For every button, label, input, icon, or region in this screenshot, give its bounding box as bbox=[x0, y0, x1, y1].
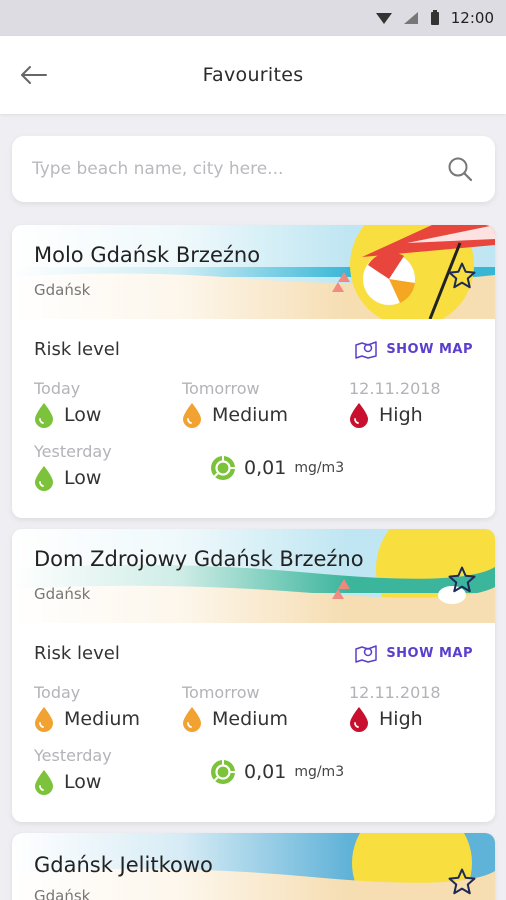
bacteria-icon bbox=[211, 760, 235, 784]
forecast-value: High bbox=[379, 404, 423, 426]
forecast-value: Medium bbox=[212, 708, 288, 730]
risk-forecast: Today Low Tomorrow Medium 12.11.2018 Hig… bbox=[34, 379, 473, 518]
concentration: 0,01 mg/m3 bbox=[210, 759, 344, 785]
forecast-date: 12.11.2018 High bbox=[349, 379, 441, 428]
wifi-icon bbox=[375, 13, 392, 24]
favourite-star-icon[interactable] bbox=[447, 565, 477, 595]
forecast-value: High bbox=[379, 708, 423, 730]
forecast-value: Medium bbox=[212, 404, 288, 426]
drop-medium-icon bbox=[183, 707, 201, 732]
drop-low-icon bbox=[35, 403, 53, 428]
forecast-day-label: Tomorrow bbox=[182, 683, 260, 702]
drop-medium-icon bbox=[183, 403, 201, 428]
beach-name: Gdańsk Jelitkowo bbox=[34, 853, 213, 877]
forecast-value: Low bbox=[64, 467, 102, 489]
drop-low-icon bbox=[35, 770, 53, 795]
beach-card[interactable]: Dom Zdrojowy Gdańsk Brzeźno Gdańsk Risk … bbox=[12, 529, 495, 822]
forecast-day-label: Yesterday bbox=[34, 746, 112, 765]
page-title: Favourites bbox=[202, 64, 304, 86]
beach-city: Gdańsk bbox=[34, 585, 91, 603]
search-bar bbox=[12, 136, 495, 202]
favourite-star-icon[interactable] bbox=[447, 261, 477, 291]
beach-card-header: Gdańsk Jelitkowo Gdańsk bbox=[12, 833, 495, 900]
concentration-value: 0,01 bbox=[244, 761, 287, 783]
beach-card[interactable]: Molo Gdańsk Brzeźno Gdańsk Risk level SH… bbox=[12, 225, 495, 518]
forecast-yesterday: Yesterday Low bbox=[34, 442, 112, 491]
search-input[interactable] bbox=[32, 159, 445, 179]
map-pin-icon bbox=[355, 341, 378, 359]
forecast-day-label: Tomorrow bbox=[182, 379, 260, 398]
beach-card[interactable]: Gdańsk Jelitkowo Gdańsk bbox=[12, 833, 495, 900]
back-button[interactable] bbox=[18, 61, 48, 89]
risk-forecast: Today Medium Tomorrow Medium 12.11.2018 … bbox=[34, 683, 473, 822]
battery-icon bbox=[430, 10, 439, 25]
forecast-today: Today Low bbox=[34, 379, 101, 428]
concentration: 0,01 mg/m3 bbox=[210, 455, 344, 481]
risk-level-label: Risk level bbox=[34, 642, 120, 664]
arrow-left-icon bbox=[21, 66, 47, 84]
forecast-today: Today Medium bbox=[34, 683, 140, 732]
forecast-day-label: 12.11.2018 bbox=[349, 683, 441, 702]
forecast-value: Low bbox=[64, 771, 102, 793]
beach-name: Dom Zdrojowy Gdańsk Brzeźno bbox=[34, 547, 364, 571]
clock: 12:00 bbox=[450, 9, 494, 27]
forecast-day-label: 12.11.2018 bbox=[349, 379, 441, 398]
drop-low-icon bbox=[35, 466, 53, 491]
forecast-day-label: Today bbox=[34, 379, 81, 398]
favourite-star-icon[interactable] bbox=[447, 867, 477, 897]
show-map-label: SHOW MAP bbox=[386, 341, 473, 357]
drop-high-icon bbox=[350, 403, 368, 428]
beach-card-header: Molo Gdańsk Brzeźno Gdańsk bbox=[12, 225, 495, 319]
bacteria-icon bbox=[211, 456, 235, 480]
forecast-value: Low bbox=[64, 404, 102, 426]
beach-city: Gdańsk bbox=[34, 887, 91, 900]
app-bar: Favourites bbox=[0, 36, 506, 114]
forecast-day-label: Yesterday bbox=[34, 442, 112, 461]
risk-level-label: Risk level bbox=[34, 338, 120, 360]
forecast-tomorrow: Tomorrow Medium bbox=[182, 683, 288, 732]
forecast-tomorrow: Tomorrow Medium bbox=[182, 379, 288, 428]
beach-city: Gdańsk bbox=[34, 281, 91, 299]
signal-icon bbox=[403, 12, 418, 24]
beach-illustration bbox=[12, 225, 495, 319]
beach-card-header: Dom Zdrojowy Gdańsk Brzeźno Gdańsk bbox=[12, 529, 495, 623]
forecast-day-label: Today bbox=[34, 683, 81, 702]
beach-name: Molo Gdańsk Brzeźno bbox=[34, 243, 261, 267]
status-bar: 12:00 bbox=[0, 0, 506, 36]
show-map-button[interactable]: SHOW MAP bbox=[354, 339, 473, 359]
show-map-label: SHOW MAP bbox=[386, 645, 473, 661]
forecast-value: Medium bbox=[64, 708, 140, 730]
drop-high-icon bbox=[350, 707, 368, 732]
show-map-button[interactable]: SHOW MAP bbox=[354, 643, 473, 663]
search-icon bbox=[448, 157, 473, 182]
map-pin-icon bbox=[355, 645, 378, 663]
search-button[interactable] bbox=[445, 154, 475, 184]
concentration-unit: mg/m3 bbox=[294, 764, 345, 780]
concentration-value: 0,01 bbox=[244, 457, 287, 479]
forecast-yesterday: Yesterday Low bbox=[34, 746, 112, 795]
forecast-date: 12.11.2018 High bbox=[349, 683, 441, 732]
drop-medium-icon bbox=[35, 707, 53, 732]
concentration-unit: mg/m3 bbox=[294, 460, 345, 476]
beach-illustration bbox=[12, 529, 495, 623]
